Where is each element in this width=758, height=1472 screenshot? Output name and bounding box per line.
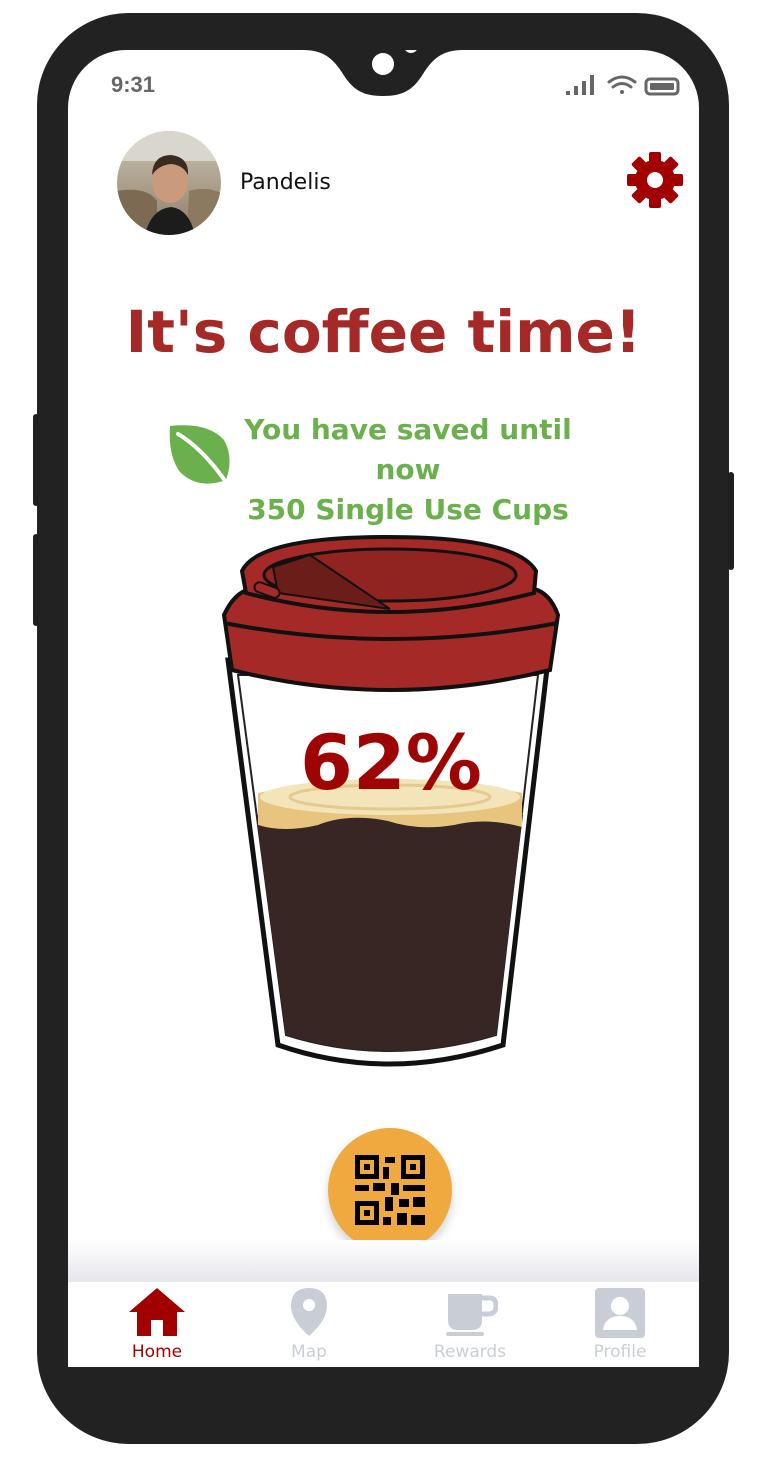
nav-label-home: Home [131, 1342, 183, 1362]
savings-text: You have saved until now 350 Single Use … [228, 410, 588, 530]
fill-percentage: 62% [300, 718, 482, 807]
nav-shadow [68, 1240, 699, 1282]
page-title: It's coffee time! [125, 298, 642, 366]
coffee-cup-illustration [221, 535, 561, 1067]
nav-label-map: Map [291, 1342, 327, 1362]
nav-label-profile: Profile [593, 1342, 647, 1362]
nav-item-home[interactable]: Home [97, 1282, 217, 1367]
bottom-nav: Home Map Rewards Profile [68, 1282, 699, 1367]
volume-down-button [33, 534, 39, 626]
avatar[interactable] [117, 131, 221, 235]
gear-icon[interactable] [626, 151, 684, 209]
home-icon [129, 1288, 185, 1336]
nav-item-profile[interactable]: Profile [560, 1282, 680, 1367]
leaf-icon [169, 425, 230, 484]
nav-item-rewards[interactable]: Rewards [410, 1282, 530, 1367]
qr-code-icon [355, 1155, 425, 1225]
savings-line-1: You have saved until now [244, 413, 572, 486]
nav-item-map[interactable]: Map [249, 1282, 369, 1367]
status-icons [566, 75, 680, 96]
wifi-icon [607, 75, 637, 94]
user-name: Pandelis [240, 170, 331, 195]
nav-label-rewards: Rewards [433, 1342, 507, 1362]
scan-qr-button[interactable] [328, 1128, 452, 1252]
profile-icon [595, 1288, 645, 1338]
coffee-cup-icon [446, 1294, 498, 1336]
map-pin-icon [291, 1288, 327, 1336]
camera-notch [303, 50, 463, 96]
status-time: 9:31 [111, 72, 156, 97]
power-button [728, 472, 734, 570]
volume-up-button [33, 414, 39, 506]
battery-icon [644, 77, 680, 96]
signal-icon [566, 75, 594, 95]
savings-count: 350 Single Use Cups [247, 493, 569, 526]
